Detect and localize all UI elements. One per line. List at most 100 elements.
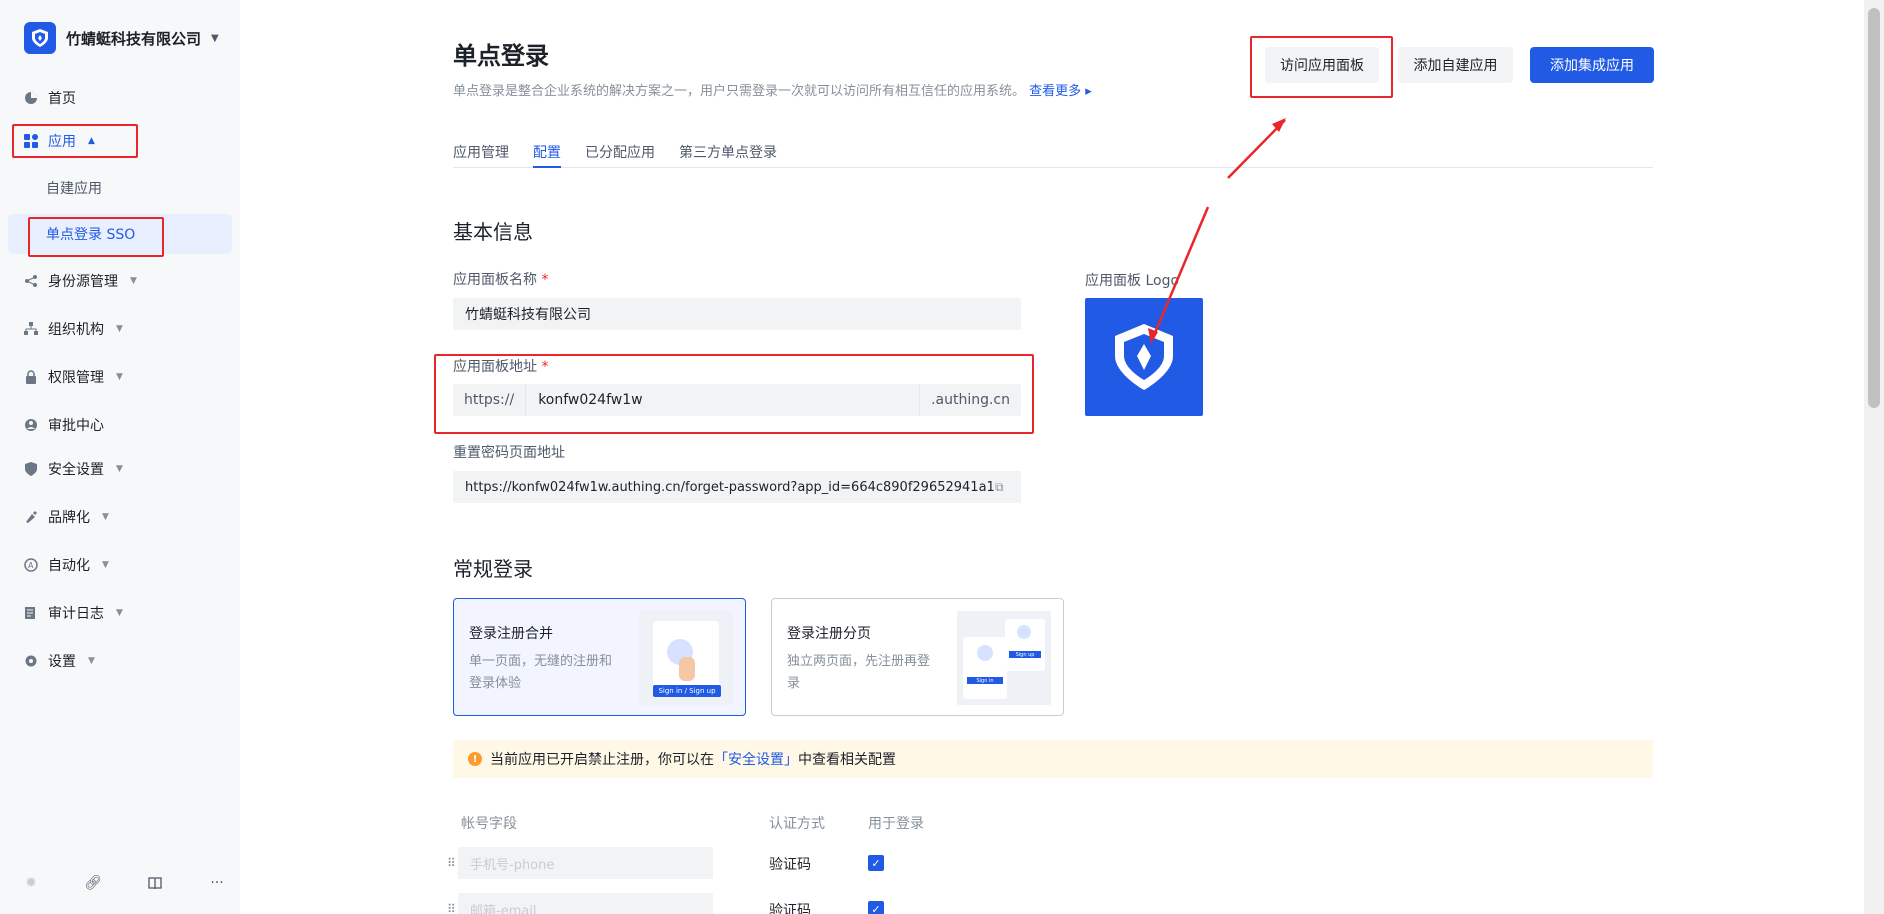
email-placeholder: 邮箱-email [470,903,537,914]
addr-subdomain-input[interactable]: konfw024fw1w [526,384,919,416]
main-content: 单点登录 单点登录是整合企业系统的解决方案之一，用户只需登录一次就可以访问所有相… [240,0,1864,914]
login-section-title: 常规登录 [453,557,533,581]
panel-name-field[interactable]: 竹蜻蜓科技有限公司 [453,298,1021,330]
split-illustration: Sign in Sign up [957,611,1051,705]
panel-addr-label: 应用面板地址 * [453,356,548,376]
avatar [1017,625,1031,639]
nav-branding-label: 品牌化 [48,510,90,526]
nav-permission[interactable]: 权限管理 ▼ [8,357,232,397]
nav-identity[interactable]: 身份源管理 ▼ [8,261,232,301]
illustration-hand [679,657,695,681]
tab-third-party-sso[interactable]: 第三方单点登录 [679,142,777,168]
login-mode-merged-card[interactable]: 登录注册合并 单一页面，无缝的注册和登录体验 Sign in / Sign up [453,598,746,716]
nav-settings-label: 设置 [48,654,76,670]
col-use-for-login: 用于登录 [868,816,924,832]
use-for-login-phone-checkbox[interactable]: ✓ [868,855,884,871]
link-icon[interactable]: 🔗︎ [82,872,104,894]
basic-info-title: 基本信息 [453,220,533,244]
add-custom-app-button[interactable]: 添加自建应用 [1398,47,1513,83]
nav-audit-label: 审计日志 [48,606,104,622]
tab-config[interactable]: 配置 [533,142,561,168]
split-card-title: 登录注册分页 [787,626,871,642]
illustration-signup-button: Sign up [1009,651,1041,658]
notice-text-pre: 当前应用已开启禁止注册，你可以在 [490,752,714,768]
drag-handle-icon[interactable]: ⠿ [447,902,456,914]
nav-settings[interactable]: 设置 ▼ [8,641,232,681]
nav-sub-sso-label: 单点登录 SSO [46,227,136,243]
auth-method-phone: 验证码 [769,857,811,873]
book-icon[interactable] [144,872,166,894]
nav-org[interactable]: 组织机构 ▼ [8,309,232,349]
reset-pwd-label: 重置密码页面地址 [453,445,565,461]
nav-org-label: 组织机构 [48,322,104,338]
caret-down-icon: ▼ [116,464,123,474]
required-mark: * [541,272,549,288]
nav-security-label: 安全设置 [48,462,104,478]
tab-assigned-apps[interactable]: 已分配应用 [585,142,655,168]
annotation-arrows [1148,118,1286,344]
nav-automation[interactable]: A 自动化 ▼ [8,545,232,585]
more-icon[interactable]: ··· [206,872,228,894]
nav-permission-label: 权限管理 [48,370,104,386]
phone-placeholder: 手机号-phone [470,857,555,873]
approval-icon [24,418,38,432]
lock-icon [24,370,38,384]
visit-panel-button[interactable]: 访问应用面板 [1265,47,1379,83]
gear-icon [24,654,38,668]
page-title: 单点登录 [453,42,549,70]
col-auth-method: 认证方式 [769,816,825,832]
bulb-icon[interactable]: ✹ [20,872,42,894]
log-icon [24,606,38,620]
org-switcher[interactable]: 竹蜻蜓科技有限公司 ▼ [24,22,219,54]
illustration-signin-button: Sign in / Sign up [653,685,721,697]
nav-sub-custom-app[interactable]: 自建应用 [8,168,232,208]
nav-audit[interactable]: 审计日志 ▼ [8,593,232,633]
col-account-field: 帐号字段 [461,816,517,832]
nav-apps-label: 应用 [48,134,76,150]
use-for-login-email-checkbox[interactable]: ✓ [868,901,884,914]
addr-prefix: https:// [453,384,527,416]
learn-more-link[interactable]: 查看更多 ▸ [1029,84,1092,99]
automation-icon: A [24,558,38,572]
login-mode-split-card[interactable]: 登录注册分页 独立两页面，先注册再登录 Sign in Sign up [771,598,1064,716]
caret-down-icon: ▼ [116,324,123,334]
required-mark: * [541,359,549,375]
nav-sub-custom-app-label: 自建应用 [46,181,102,197]
nav-sub-sso[interactable]: 单点登录 SSO [8,214,232,254]
pie-chart-icon [24,91,38,105]
warning-icon: ! [468,752,482,766]
tab-app-management[interactable]: 应用管理 [453,142,509,168]
illustration-signin-button: Sign in [967,677,1003,684]
account-field-phone[interactable]: 手机号-phone [458,847,713,879]
caret-down-icon: ▼ [102,512,109,522]
scrollbar-thumb[interactable] [1868,8,1880,408]
copy-icon[interactable]: ⧉ [995,480,1021,495]
drag-handle-icon[interactable]: ⠿ [447,856,456,870]
split-card-desc: 独立两页面，先注册再登录 [787,654,931,691]
sidebar: 竹蜻蜓科技有限公司 ▼ 首页 应用 ▲ 自建应用 单点登录 SSO 身份源管理 … [0,0,240,914]
caret-down-icon: ▼ [130,276,137,286]
caret-down-icon: ▼ [116,608,123,618]
panel-name-value: 竹蜻蜓科技有限公司 [465,307,591,323]
reset-pwd-value: https://konfw024fw1w.authing.cn/forget-p… [465,479,995,495]
panel-addr-label-text: 应用面板地址 [453,359,537,375]
svg-text:A: A [28,561,34,570]
nav-approval[interactable]: 审批中心 [8,405,232,445]
nav-identity-label: 身份源管理 [48,274,118,290]
scrollbar[interactable] [1864,0,1884,914]
add-integrated-app-button[interactable]: 添加集成应用 [1530,47,1654,83]
caret-up-icon: ▲ [88,136,95,146]
nav-home[interactable]: 首页 [8,78,232,118]
nav-apps[interactable]: 应用 ▲ [8,121,232,161]
nav-security[interactable]: 安全设置 ▼ [8,449,232,489]
nav-approval-label: 审批中心 [48,418,104,434]
page-description: 单点登录是整合企业系统的解决方案之一，用户只需登录一次就可以访问所有相互信任的应… [453,80,1092,99]
org-name: 竹蜻蜓科技有限公司 [66,29,202,48]
avatar [977,645,993,661]
security-settings-link[interactable]: 「安全设置」 [714,749,798,769]
nav-home-label: 首页 [48,91,76,107]
caret-down-icon: ▼ [88,656,95,666]
account-field-email[interactable]: 邮箱-email [458,893,713,914]
panel-addr-field: https:// konfw024fw1w .authing.cn [453,384,1021,416]
nav-branding[interactable]: 品牌化 ▼ [8,497,232,537]
